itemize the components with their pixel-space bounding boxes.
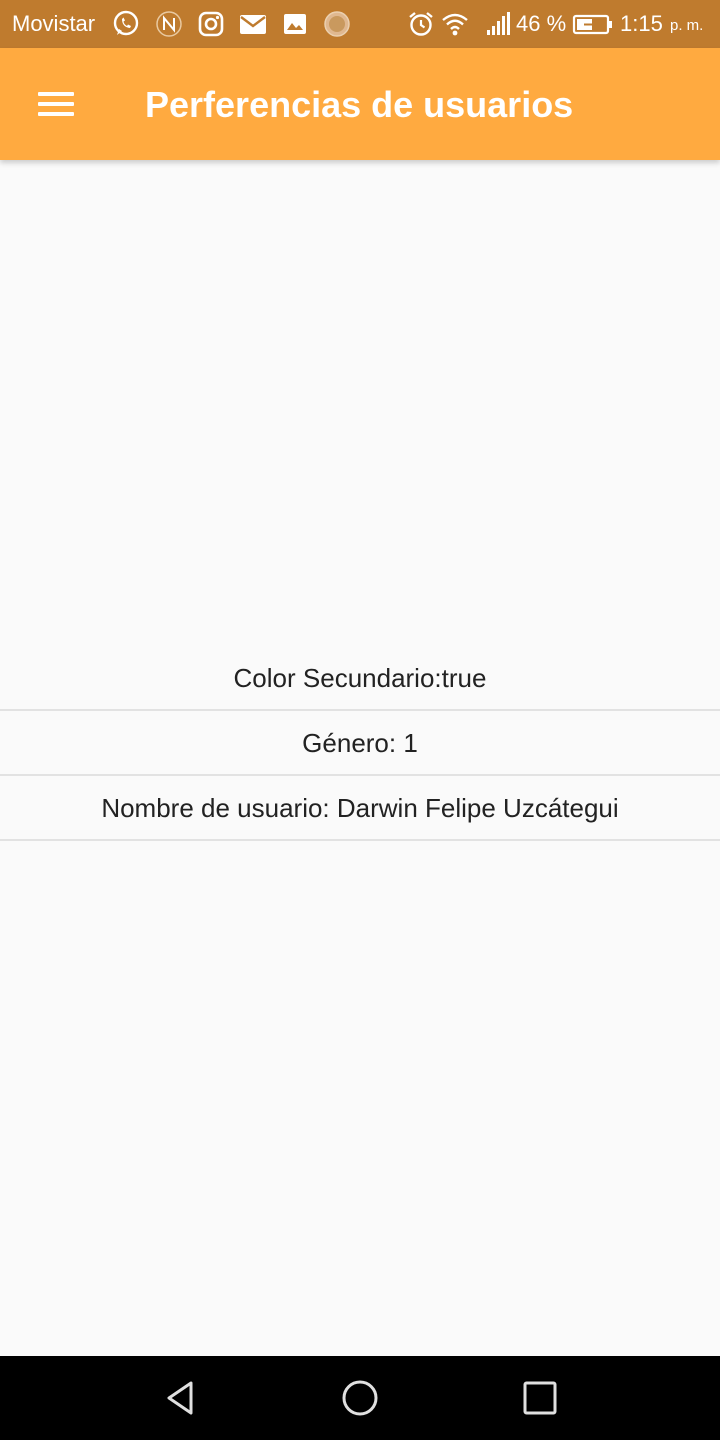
recents-icon[interactable] — [516, 1374, 564, 1422]
navigation-bar — [0, 1356, 720, 1440]
nfc-icon — [154, 9, 184, 39]
alarm-icon — [406, 9, 436, 39]
list-item: Nombre de usuario: Darwin Felipe Uzcáteg… — [0, 776, 720, 841]
list-item: Género: 1 — [0, 711, 720, 776]
app-bar: Perferencias de usuarios — [0, 48, 720, 160]
back-icon[interactable] — [156, 1374, 204, 1422]
status-bar: Movistar 46 % 1:15 p. m. — [0, 0, 720, 48]
home-icon[interactable] — [336, 1374, 384, 1422]
menu-line — [38, 92, 74, 96]
mail-icon — [238, 9, 268, 39]
whatsapp-icon — [111, 9, 141, 39]
menu-line — [38, 102, 74, 106]
menu-line — [38, 112, 74, 116]
preferences-list: Color Secundario:true Género: 1 Nombre d… — [0, 646, 720, 841]
circle-app-icon — [322, 9, 352, 39]
content-area: Color Secundario:true Género: 1 Nombre d… — [0, 160, 720, 1356]
battery-percent: 46 % — [516, 11, 567, 36]
image-icon — [280, 9, 310, 39]
preference-genero: Género: 1 — [302, 727, 418, 758]
carrier-label: Movistar — [12, 11, 96, 36]
clock-time: 1:15 — [620, 11, 663, 36]
list-item: Color Secundario:true — [0, 646, 720, 711]
screen: Movistar 46 % 1:15 p. m. Perferencias de… — [0, 0, 720, 1440]
hamburger-menu-icon[interactable] — [26, 78, 86, 130]
battery-charging-icon — [572, 9, 614, 39]
preference-nombre-usuario: Nombre de usuario: Darwin Felipe Uzcáteg… — [101, 792, 619, 823]
preference-color-secundario: Color Secundario:true — [233, 662, 487, 693]
page-title: Perferencias de usuarios — [145, 84, 574, 125]
signal-icon — [482, 9, 512, 39]
instagram-icon — [196, 9, 226, 39]
clock-am-pm: p. m. — [670, 17, 704, 34]
wifi-icon — [440, 9, 470, 39]
